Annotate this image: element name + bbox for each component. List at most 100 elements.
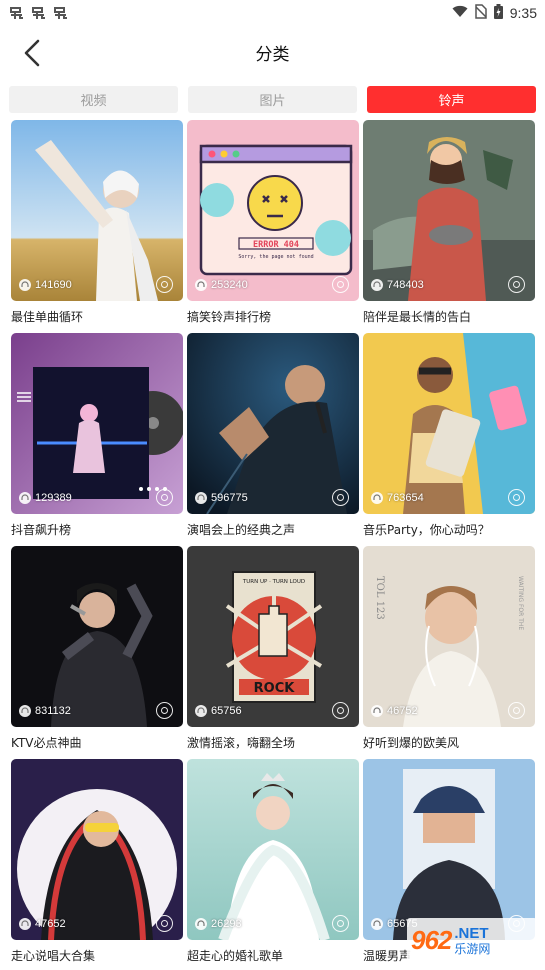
page-title: 分类 [255,45,290,65]
headphones-icon [19,918,31,930]
error-code-text: ERROR 404 [253,240,299,250]
disc-icon [332,702,349,719]
poster-waiting-text: WAITING FOR THE [517,576,524,630]
category-title: 抖音飙升榜 [11,523,72,537]
category-card[interactable]: 596775 演唱会上的经典之声 [187,333,359,546]
cover-image: TOL 123 WAITING FOR THE [363,546,535,727]
disc-icon [332,489,349,506]
category-title: 激情摇滚，嗨翻全场 [187,736,296,750]
headphones-icon [19,705,31,717]
category-title: 音乐Party，你心动吗？ [363,523,490,537]
play-count-value: 141690 [35,279,72,291]
headphones-icon [371,492,383,504]
disc-icon [156,915,173,932]
play-count: 596775 [195,492,248,504]
category-cover: 596775 [187,333,359,514]
category-card[interactable]: 831132 KTV必点神曲 [11,546,183,759]
headphones-icon [19,492,31,504]
category-card[interactable]: 129389 抖音飙升榜 [11,333,183,546]
category-title: 最佳单曲循环 [11,310,84,324]
watermark-text: .NET 乐游网 [454,926,490,955]
category-title: 走心说唱大合集 [11,949,96,963]
wifi-icon [452,5,468,21]
category-card[interactable]: 47652 走心说唱大合集 [11,759,183,970]
play-count: 831132 [19,705,71,717]
play-count-value: 831132 [35,705,71,717]
category-card[interactable]: 763654 音乐Party，你心动吗？ [363,333,535,546]
category-cover: 129389 [11,333,183,514]
category-cover: 748403 [363,120,535,301]
disc-icon [508,276,525,293]
watermark-cn: 乐游网 [454,941,491,956]
headphones-icon [371,279,383,291]
disc-icon [508,489,525,506]
category-cover: TOL 123 WAITING FOR THE 46752 [363,546,535,727]
play-count-value: 763654 [387,492,424,504]
headphones-icon [195,492,207,504]
category-grid: 141690 最佳单曲循环 ERROR 404 Sorry, the page … [11,120,535,970]
cover-image [11,120,183,301]
battery-icon [493,4,503,22]
play-count-value: 47652 [35,918,66,930]
play-count-value: 748403 [387,279,424,291]
cover-image [187,759,359,940]
app-notification-icon [30,5,48,21]
system-status: 9:35 [452,4,537,22]
category-card[interactable]: 26293 超走心的婚礼歌单 [187,759,359,970]
category-card[interactable]: 141690 最佳单曲循环 [11,120,183,333]
headphones-icon [371,705,383,717]
disc-icon [332,276,349,293]
category-cover: TURN UP · TURN LOUD ROCK 65756 [187,546,359,727]
category-cover: 65675 [363,759,535,940]
error-sub-text: Sorry, the page not found [238,254,313,260]
play-count: 46752 [371,705,418,717]
app-header: 分类 [0,26,545,82]
play-count: 129389 [19,492,72,504]
cover-image [11,333,183,514]
play-count-value: 596775 [211,492,248,504]
disc-icon [156,276,173,293]
site-watermark: 962 .NET 乐游网 [407,918,537,962]
play-count: 763654 [371,492,424,504]
category-title: 陪伴是最长情的告白 [363,310,472,324]
disc-icon [156,489,173,506]
disc-icon [156,702,173,719]
category-card[interactable]: TURN UP · TURN LOUD ROCK 65756 激情摇滚，嗨翻全场 [187,546,359,759]
category-title: 演唱会上的经典之声 [187,523,296,537]
cover-image [363,333,535,514]
category-cover: ERROR 404 Sorry, the page not found 2532… [187,120,359,301]
play-count: 65756 [195,705,242,717]
category-cover: 47652 [11,759,183,940]
category-cover: 831132 [11,546,183,727]
tab-ringtone[interactable]: 铃声 [367,86,536,113]
cover-image: ERROR 404 Sorry, the page not found [187,120,359,301]
category-card[interactable]: 748403 陪伴是最长情的告白 [363,120,535,333]
play-count: 253240 [195,279,248,291]
category-tabs: 视频 图片 铃声 [9,86,536,113]
play-count: 47652 [19,918,66,930]
tab-image[interactable]: 图片 [188,86,357,113]
disc-icon [508,702,525,719]
watermark-domain: .NET [454,924,489,942]
cover-image [11,759,183,940]
play-count-value: 65756 [211,705,242,717]
headphones-icon [195,279,207,291]
tab-video[interactable]: 视频 [9,86,178,113]
disc-icon [332,915,349,932]
play-count-value: 46752 [387,705,418,717]
category-title: 好听到爆的欧美风 [363,736,460,750]
play-count-value: 129389 [35,492,72,504]
rock-text: ROCK [254,681,296,696]
play-count: 141690 [19,279,72,291]
category-cover: 141690 [11,120,183,301]
category-card[interactable]: ERROR 404 Sorry, the page not found 2532… [187,120,359,333]
app-notification-icon [8,5,26,21]
no-sim-icon [475,4,487,22]
cover-image: TURN UP · TURN LOUD ROCK [187,546,359,727]
category-cover: 763654 [363,333,535,514]
cover-image [363,120,535,301]
category-title: 超走心的婚礼歌单 [187,949,284,963]
headphones-icon [195,705,207,717]
category-title: KTV必点神曲 [11,736,82,750]
category-card[interactable]: TOL 123 WAITING FOR THE 46752 好听到爆的欧美风 [363,546,535,759]
